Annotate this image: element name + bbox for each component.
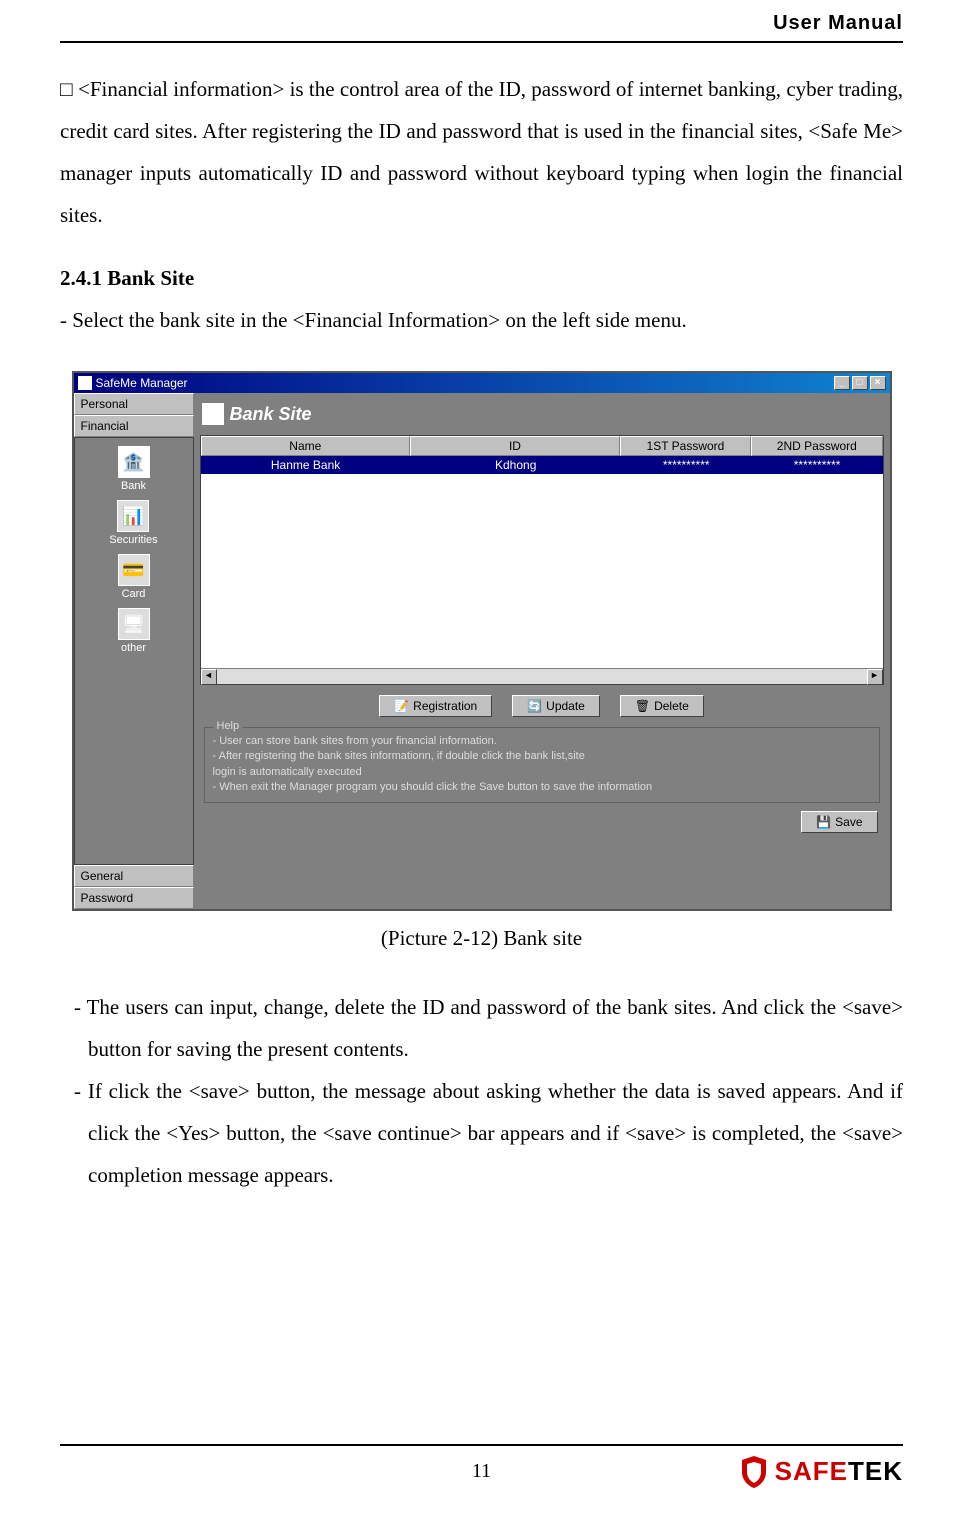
scroll-left-icon[interactable]: ◄ xyxy=(201,669,217,685)
section-instruction: - Select the bank site in the <Financial… xyxy=(60,299,903,341)
logo-text-b: TEK xyxy=(848,1456,903,1486)
save-label: Save xyxy=(835,815,862,829)
sidebar-tab-general[interactable]: General xyxy=(74,865,194,887)
panel-title-text: Bank Site xyxy=(230,404,312,425)
shield-icon xyxy=(739,1454,769,1490)
footer-logo: SAFETEK xyxy=(739,1454,903,1490)
maximize-button[interactable]: □ xyxy=(852,376,868,390)
update-label: Update xyxy=(546,699,585,713)
cell-p2: ********** xyxy=(752,456,883,474)
header-title: User Manual xyxy=(773,12,903,34)
app-window: SafeMe Manager _ □ × Personal Financial … xyxy=(72,371,892,911)
titlebar[interactable]: SafeMe Manager _ □ × xyxy=(74,373,890,393)
action-buttons-row: 📝 Registration 🔄 Update 🗑 Delete xyxy=(200,685,884,727)
col-1st-password[interactable]: 1ST Password xyxy=(620,436,751,456)
help-legend: Help xyxy=(213,720,244,732)
col-2nd-password[interactable]: 2ND Password xyxy=(751,436,882,456)
sidebar-tab-personal[interactable]: Personal xyxy=(74,393,194,415)
intro-paragraph: □ <Financial information> is the control… xyxy=(60,68,903,236)
window-title: SafeMe Manager xyxy=(96,376,188,390)
delete-label: Delete xyxy=(654,699,689,713)
sidebar: Personal Financial 🏦 Bank 📊 Securities 💳… xyxy=(74,393,194,909)
main-panel: Bank Site Name ID 1ST Password 2ND Passw… xyxy=(194,393,890,909)
help-line-3: login is automatically executed xyxy=(213,765,871,780)
sidebar-item-card[interactable]: 💳 Card xyxy=(118,554,150,600)
after-p1: - The users can input, change, delete th… xyxy=(60,986,903,1070)
sidebar-tab-password[interactable]: Password xyxy=(74,887,194,909)
cell-p1: ********** xyxy=(621,456,752,474)
logo-text: SAFETEK xyxy=(775,1456,903,1487)
h-scrollbar[interactable]: ◄ ► xyxy=(201,668,883,684)
registration-label: Registration xyxy=(413,699,477,713)
logo-text-a: SAFE xyxy=(775,1456,848,1486)
page-number: 11 xyxy=(472,1460,491,1483)
save-button[interactable]: 💾 Save xyxy=(801,811,877,833)
sidebar-label-bank: Bank xyxy=(121,480,146,492)
securities-icon: 📊 xyxy=(117,500,149,532)
delete-button[interactable]: 🗑 Delete xyxy=(620,695,704,717)
page-footer: 11 SAFETEK xyxy=(60,1444,903,1483)
col-id[interactable]: ID xyxy=(410,436,620,456)
app-icon xyxy=(78,376,92,390)
window-controls: _ □ × xyxy=(834,376,886,390)
figure-caption: (Picture 2-12) Bank site xyxy=(60,926,903,951)
card-icon: 💳 xyxy=(118,554,150,586)
update-icon: 🔄 xyxy=(527,699,542,713)
table-row[interactable]: Hanme Bank Kdhong ********** ********** xyxy=(201,456,883,474)
panel-title-icon xyxy=(202,403,224,425)
sidebar-label-card: Card xyxy=(122,588,146,600)
help-box: Help - User can store bank sites from yo… xyxy=(204,727,880,803)
help-line-1: - User can store bank sites from your fi… xyxy=(213,734,871,749)
cell-name: Hanme Bank xyxy=(201,456,411,474)
bank-table: Name ID 1ST Password 2ND Password Hanme … xyxy=(200,435,884,685)
sidebar-tab-financial[interactable]: Financial xyxy=(74,415,194,437)
scroll-right-icon[interactable]: ► xyxy=(867,669,883,685)
panel-title-row: Bank Site xyxy=(200,399,884,435)
help-line-2: - After registering the bank sites infor… xyxy=(213,749,871,764)
bank-icon: 🏦 xyxy=(118,446,150,478)
save-row: 💾 Save xyxy=(200,803,884,833)
close-button[interactable]: × xyxy=(870,376,886,390)
other-icon: 🖥 xyxy=(118,608,150,640)
content-area: □ <Financial information> is the control… xyxy=(60,43,903,1196)
section-title: 2.4.1 Bank Site xyxy=(60,266,903,291)
sidebar-label-other: other xyxy=(121,642,146,654)
cell-id: Kdhong xyxy=(411,456,621,474)
page-header: User Manual xyxy=(60,0,903,43)
sidebar-icons-panel: 🏦 Bank 📊 Securities 💳 Card 🖥 other xyxy=(74,437,194,865)
registration-button[interactable]: 📝 Registration xyxy=(379,695,492,717)
app-body: Personal Financial 🏦 Bank 📊 Securities 💳… xyxy=(74,393,890,909)
sidebar-label-securities: Securities xyxy=(109,534,157,546)
help-line-4: - When exit the Manager program you shou… xyxy=(213,780,871,795)
col-name[interactable]: Name xyxy=(201,436,411,456)
minimize-button[interactable]: _ xyxy=(834,376,850,390)
scroll-track[interactable] xyxy=(217,669,867,684)
save-icon: 💾 xyxy=(816,815,831,829)
table-header: Name ID 1ST Password 2ND Password xyxy=(201,436,883,456)
delete-icon: 🗑 xyxy=(635,699,650,713)
sidebar-item-other[interactable]: 🖥 other xyxy=(118,608,150,654)
after-p2: - If click the <save> button, the messag… xyxy=(60,1070,903,1196)
update-button[interactable]: 🔄 Update xyxy=(512,695,600,717)
sidebar-item-bank[interactable]: 🏦 Bank xyxy=(118,446,150,492)
registration-icon: 📝 xyxy=(394,699,409,713)
sidebar-item-securities[interactable]: 📊 Securities xyxy=(109,500,157,546)
